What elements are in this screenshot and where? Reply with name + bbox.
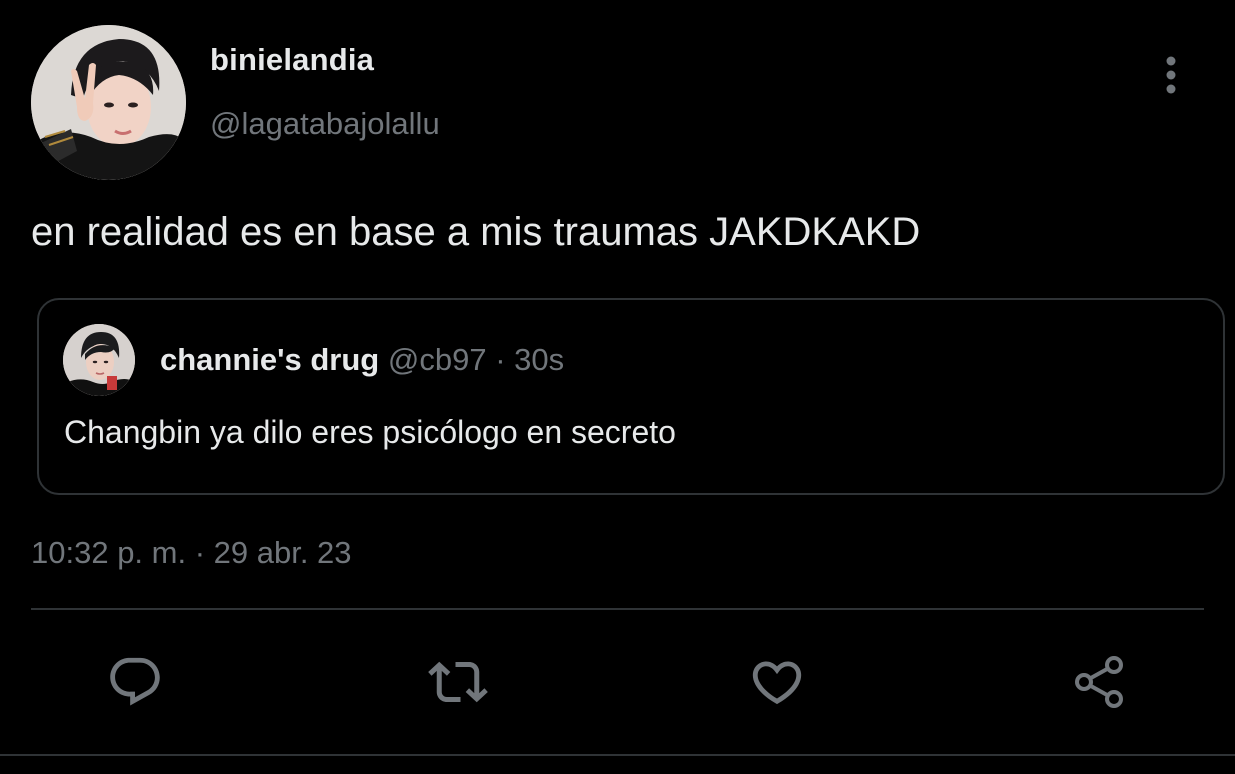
heart-icon (752, 661, 802, 705)
quoted-tweet-text: Changbin ya dilo eres psicólogo en secre… (64, 414, 676, 450)
tweet-text: en realidad es en base a mis traumas JAK… (31, 210, 921, 254)
quoted-tweet-card[interactable]: channie's drug @cb97 · 30s Changbin ya d… (37, 298, 1225, 495)
reply-button[interactable] (105, 652, 165, 712)
author-avatar[interactable] (31, 25, 186, 180)
author-avatar-image (31, 25, 186, 180)
more-vertical-icon (1166, 56, 1176, 94)
divider (31, 608, 1204, 610)
quoted-meta-separator: · (486, 342, 515, 377)
retweet-icon (428, 661, 488, 703)
quoted-author-handle[interactable]: @cb97 (388, 342, 487, 377)
retweet-button[interactable] (428, 652, 488, 712)
divider (0, 754, 1235, 756)
author-handle[interactable]: @lagatabajolallu (210, 106, 440, 142)
share-button[interactable] (1070, 652, 1130, 712)
tweet-timestamp[interactable]: 10:32 p. m. · 29 abr. 23 (31, 535, 352, 571)
author-display-name[interactable]: binielandia (210, 42, 374, 78)
quoted-author-avatar-image (63, 324, 135, 396)
quoted-tweet-header: channie's drug @cb97 · 30s (160, 342, 564, 378)
quoted-tweet-time: 30s (514, 342, 565, 377)
more-options-button[interactable] (1150, 52, 1192, 98)
like-button[interactable] (747, 652, 807, 712)
quoted-author-display-name[interactable]: channie's drug (160, 342, 379, 377)
reply-icon (110, 657, 160, 706)
quoted-author-avatar (63, 324, 135, 396)
share-icon (1075, 656, 1123, 708)
